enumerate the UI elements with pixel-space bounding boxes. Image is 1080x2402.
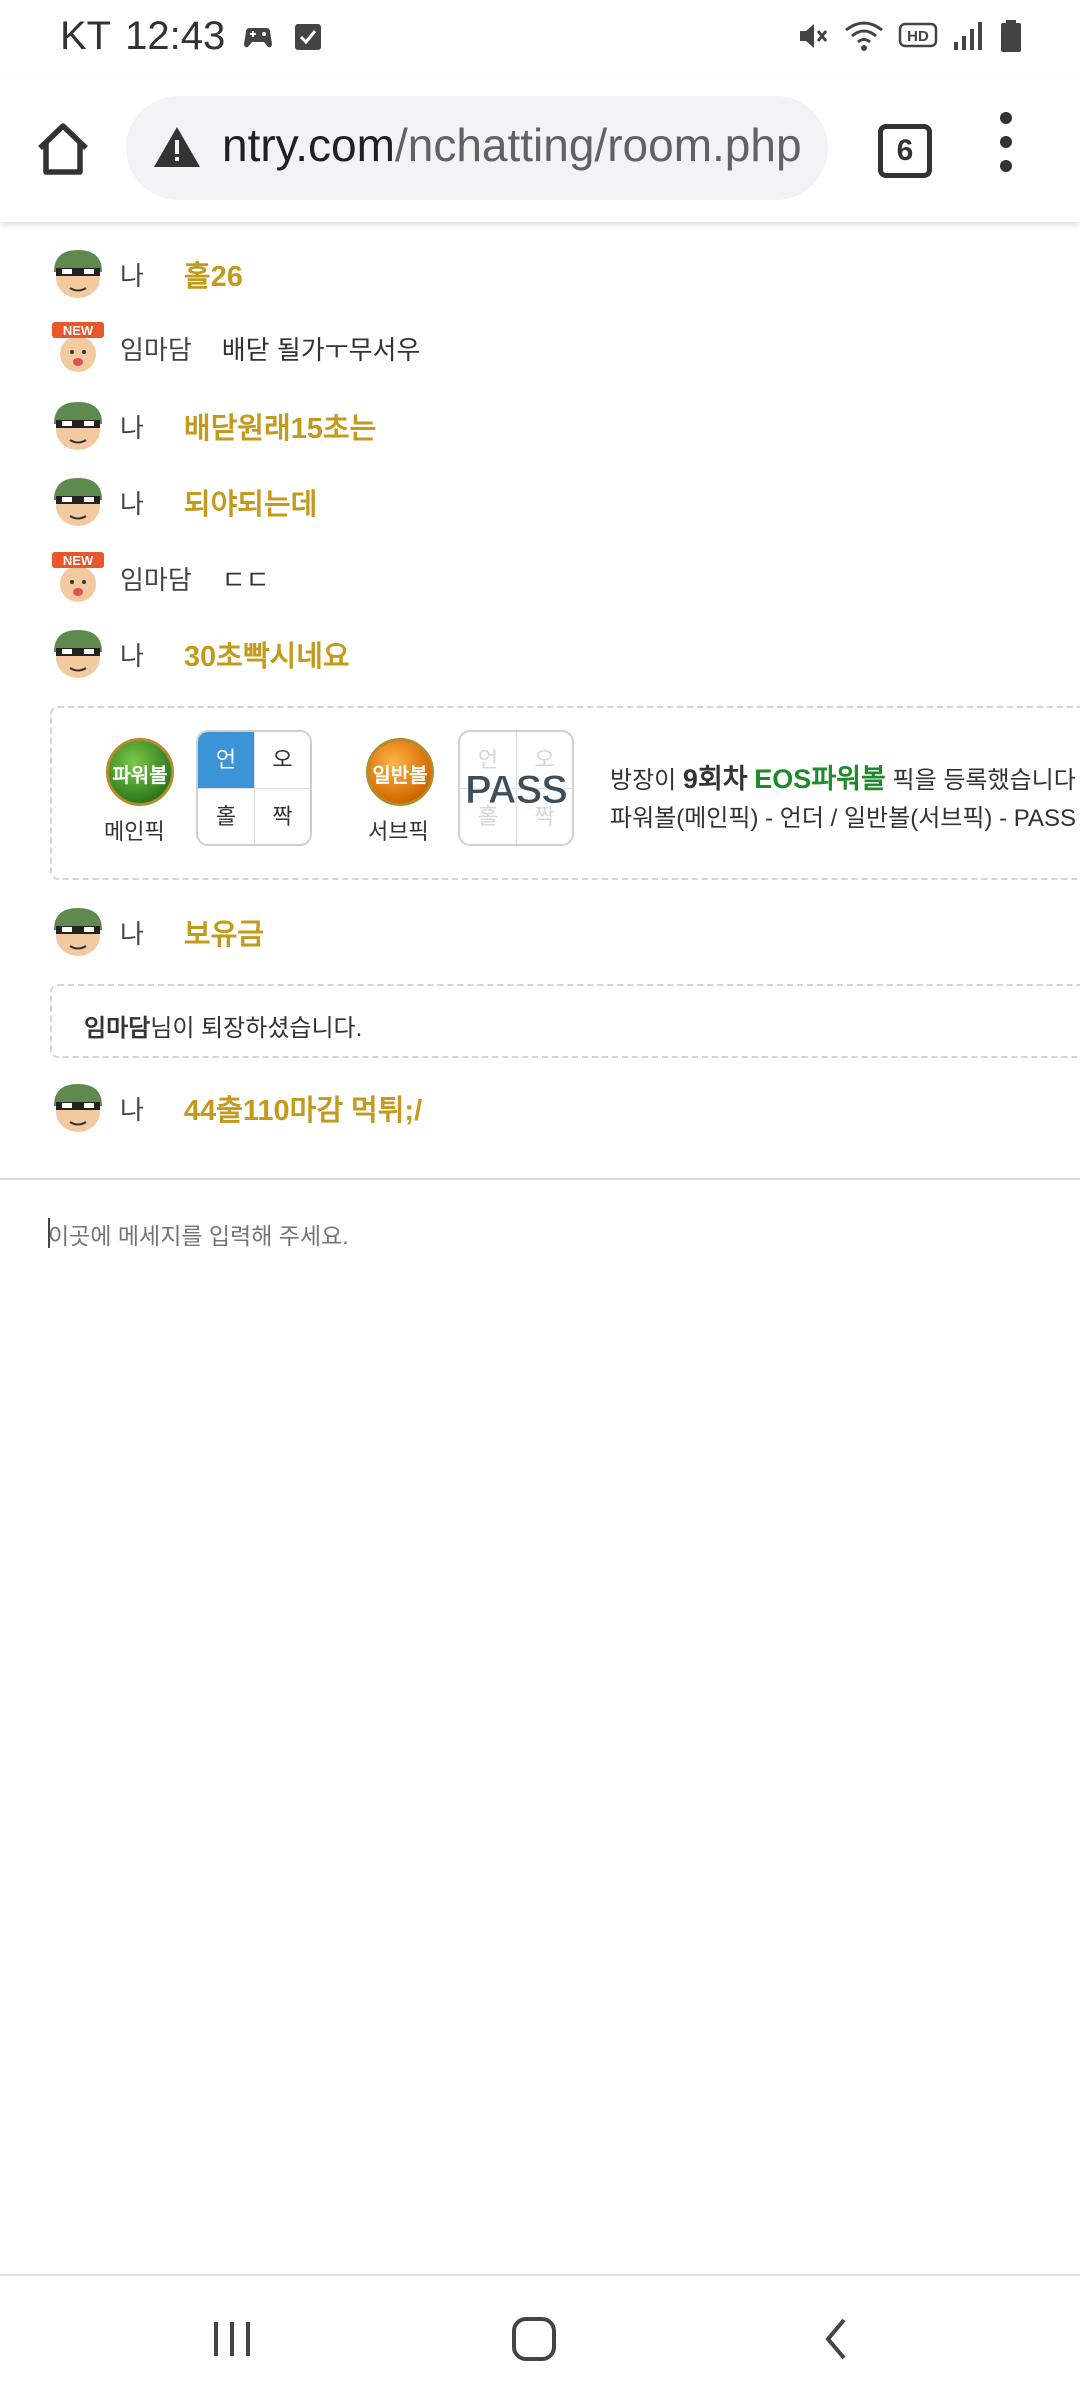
new-user-avatar-icon: NEW — [52, 322, 104, 372]
sub-pick-grid: 언 오 홀 짝 PASS — [458, 730, 574, 846]
chat-message: 나 홀26 — [50, 244, 243, 304]
grid-cell: 짝 — [254, 788, 310, 844]
tabs-icon[interactable]: 6 — [878, 124, 932, 178]
chat-message: NEW 임마담 배닫 될가ㅜ무서우 — [50, 318, 420, 378]
powerball-ball-icon: 파워볼 — [106, 738, 174, 806]
nickname[interactable]: 나 — [120, 914, 144, 951]
home-icon[interactable] — [32, 118, 94, 180]
main-pick-grid: 언 오 홀 짝 — [196, 730, 312, 846]
message-text: 44출110마감 먹튀;/ — [183, 1095, 423, 1127]
main-ball-label: 파워볼 — [112, 765, 168, 787]
soldier-avatar-icon — [54, 250, 102, 298]
url-bar[interactable]: ntry.com/nchatting/room.php — [126, 96, 828, 200]
chat-message: 나 배닫원래15초는 — [50, 396, 376, 456]
nickname[interactable]: 임마담 — [120, 560, 192, 597]
message-text: ㄷㄷ — [221, 564, 270, 595]
nickname[interactable]: 나 — [120, 408, 144, 445]
carrier-label: KT — [60, 14, 112, 58]
exit-notice-text: 임마담님이 퇴장하셨습니다. — [84, 1008, 362, 1043]
main-pick-label: 메인픽 — [104, 819, 165, 844]
pick-notice: 파워볼 메인픽 언 오 홀 짝 일반볼 서브픽 언 오 홀 짝 PASS 방장이… — [50, 706, 1080, 880]
exit-notice: 임마담님이 퇴장하셨습니다. — [50, 984, 1080, 1058]
exit-message: 님이 퇴장하셨습니다. — [150, 1015, 363, 1042]
chat-message: NEW 임마담 ㄷㄷ — [50, 548, 270, 608]
warning-icon[interactable] — [152, 124, 202, 170]
nickname[interactable]: 나 — [120, 1090, 144, 1127]
soldier-avatar-icon — [54, 1084, 102, 1132]
new-badge: NEW — [63, 323, 94, 338]
normal-ball-icon: 일반볼 — [366, 738, 434, 806]
grid-cell-selected: 언 — [198, 732, 254, 788]
hd-label: HD — [907, 28, 929, 45]
input-divider — [0, 1178, 1080, 1180]
chat-message: 나 되야되는데 — [50, 472, 317, 532]
nickname[interactable]: 임마담 — [120, 330, 192, 367]
pick-description-line2: 파워볼(메인픽) - 언더 / 일반볼(서브픽) - PASS — [610, 805, 1076, 832]
recent-apps-icon[interactable] — [202, 2314, 262, 2364]
wifi-icon — [845, 21, 883, 51]
more-icon[interactable] — [994, 112, 1018, 184]
new-badge: NEW — [63, 553, 94, 568]
nickname[interactable]: 나 — [120, 484, 144, 521]
message-text: 배닫원래15초는 — [183, 413, 377, 445]
chat-message: 나 44출110마감 먹튀;/ — [50, 1078, 422, 1138]
clock: 12:43 — [125, 14, 226, 58]
home-nav-icon[interactable] — [504, 2314, 564, 2364]
soldier-avatar-icon — [54, 402, 102, 450]
message-text: 홀26 — [183, 261, 243, 293]
hd-voice-icon: HD — [898, 22, 938, 48]
url-text[interactable]: ntry.com/nchatting/room.php — [222, 118, 802, 172]
text-caret — [48, 1218, 50, 1248]
url-path: /nchatting/room.php — [394, 119, 802, 171]
nickname[interactable]: 나 — [120, 636, 144, 673]
message-input[interactable] — [48, 1216, 1028, 1256]
chat-log: 나 홀26 NEW 임마담 배닫 될가ㅜ무서우 나 배닫원래15초는 나 되야되… — [0, 222, 1080, 1178]
desc-suffix: 픽을 등록했습니다 — [885, 767, 1076, 794]
desc-prefix: 방장이 — [610, 767, 683, 794]
mute-icon — [800, 24, 828, 48]
grid-cell: 오 — [254, 732, 310, 788]
soldier-avatar-icon — [54, 908, 102, 956]
game-icon — [244, 27, 273, 47]
chat-message: 나 30초빡시네요 — [50, 624, 350, 684]
pick-description-line1: 방장이 9회차 EOS파워볼 픽을 등록했습니다 — [610, 760, 1076, 800]
soldier-avatar-icon — [54, 630, 102, 678]
signal-icon — [954, 22, 982, 50]
back-icon[interactable] — [808, 2314, 868, 2364]
desc-game: EOS파워볼 — [754, 764, 886, 794]
checkbox-icon — [295, 23, 322, 50]
tab-count: 6 — [896, 134, 914, 167]
chat-message: 나 보유금 — [50, 902, 264, 962]
browser-toolbar: ntry.com/nchatting/room.php 6 — [0, 78, 1080, 222]
pass-badge: PASS — [465, 768, 569, 813]
desc-round: 9회차 — [682, 764, 748, 794]
status-right: HD — [794, 18, 1024, 54]
nickname[interactable]: 나 — [120, 256, 144, 293]
status-bar: KT 12:43 HD — [0, 0, 1080, 78]
url-domain: ntry.com — [222, 119, 395, 171]
new-user-avatar-icon: NEW — [52, 552, 104, 602]
message-text: 보유금 — [183, 919, 264, 951]
status-left: KT 12:43 — [60, 14, 325, 59]
exit-user: 임마담 — [84, 1015, 151, 1042]
pick-description: 방장이 9회차 EOS파워볼 픽을 등록했습니다 파워볼(메인픽) - 언더 /… — [610, 760, 1076, 838]
sub-pick-label: 서브픽 — [368, 819, 429, 844]
message-text: 배닫 될가ㅜ무서우 — [221, 334, 421, 365]
battery-icon — [1001, 20, 1021, 52]
message-text: 30초빡시네요 — [183, 641, 350, 673]
grid-cell: 홀 — [198, 788, 254, 844]
system-nav-bar — [0, 2274, 1080, 2402]
sub-ball-label: 일반볼 — [372, 765, 428, 787]
message-text: 되야되는데 — [183, 489, 318, 521]
soldier-avatar-icon — [54, 478, 102, 526]
